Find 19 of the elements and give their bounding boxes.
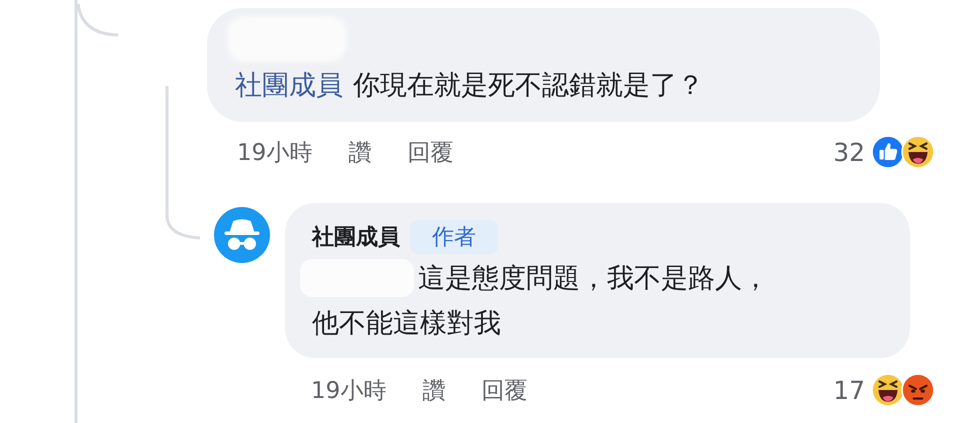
comment-text: 你現在就是死不認錯就是了？ [353, 69, 704, 103]
comment-time: 19小時 [237, 138, 312, 168]
angry-emoji-icon [901, 373, 935, 407]
reaction-count[interactable]: 17 [833, 376, 865, 404]
like-link[interactable]: 讚 [422, 374, 446, 406]
laughing-emoji-icon [901, 135, 935, 169]
comment-text: 這是態度問題，我不是路人， [418, 262, 769, 296]
author-name[interactable]: 社團成員 [235, 67, 343, 103]
comment-time: 19小時 [311, 376, 386, 406]
reply-link[interactable]: 回覆 [407, 136, 454, 168]
like-reaction-icon [871, 135, 905, 169]
like-link[interactable]: 讚 [348, 136, 372, 168]
reply-link[interactable]: 回覆 [481, 374, 528, 406]
laughing-emoji-icon [871, 373, 905, 407]
author-badge: 作者 [410, 220, 498, 254]
avatar-icon [214, 207, 270, 263]
author-name[interactable]: 社團成員 [312, 222, 400, 252]
reaction-count[interactable]: 32 [833, 138, 865, 166]
comment-text: 他不能這樣對我 [312, 306, 501, 340]
